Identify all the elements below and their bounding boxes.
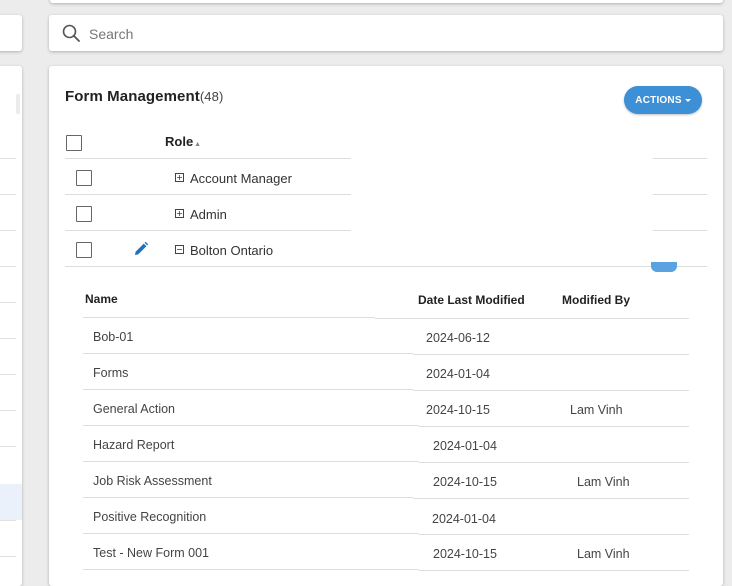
form-name[interactable]: Hazard Report <box>93 438 174 452</box>
left-sidebar-panel <box>0 66 22 586</box>
search-input[interactable] <box>87 21 691 47</box>
name-column-header[interactable]: Name <box>85 292 118 306</box>
form-date: 2024-10-15 <box>433 547 497 561</box>
role-column-header[interactable]: Role▲ <box>165 134 201 149</box>
divider <box>413 498 689 499</box>
modified-by-column-header[interactable]: Modified By <box>562 293 630 307</box>
divider <box>413 354 689 355</box>
divider <box>419 570 689 571</box>
actions-button-label: ACTIONS <box>635 94 682 106</box>
form-date: 2024-01-04 <box>433 439 497 453</box>
search-bar <box>49 15 723 51</box>
form-modified-by: Lam Vinh <box>570 403 623 417</box>
role-column-label: Role <box>165 134 194 149</box>
divider <box>0 374 16 375</box>
sort-asc-icon: ▲ <box>194 141 202 148</box>
form-date: 2024-10-15 <box>433 475 497 489</box>
left-sidebar-tab <box>16 94 20 114</box>
divider <box>419 534 689 535</box>
role-name[interactable]: Admin <box>190 207 227 222</box>
divider <box>65 158 351 159</box>
form-modified-by: Lam Vinh <box>577 475 630 489</box>
caret-down-icon <box>684 98 691 102</box>
role-name[interactable]: Account Manager <box>190 171 292 186</box>
expand-icon[interactable]: + <box>175 209 184 218</box>
role-row-checkbox[interactable] <box>76 206 92 222</box>
actions-button[interactable]: ACTIONS <box>624 86 702 114</box>
form-date: 2024-01-04 <box>432 512 496 526</box>
divider <box>419 426 689 427</box>
search-icon[interactable] <box>62 24 80 42</box>
role-row-checkbox[interactable] <box>76 170 92 186</box>
divider <box>65 230 351 231</box>
divider <box>83 533 419 534</box>
form-date: 2024-10-15 <box>426 403 490 417</box>
top-panel-edge <box>50 0 723 3</box>
page-title: Form Management(48) <box>65 88 223 105</box>
form-name[interactable]: Bob-01 <box>93 330 133 344</box>
divider <box>83 569 419 570</box>
pencil-edit-icon[interactable] <box>133 241 149 257</box>
divider <box>83 425 419 426</box>
divider <box>0 194 16 195</box>
divider <box>0 410 16 411</box>
select-all-checkbox[interactable] <box>66 135 82 151</box>
divider <box>83 461 419 462</box>
divider <box>0 302 16 303</box>
form-name[interactable]: Job Risk Assessment <box>93 474 212 488</box>
form-name[interactable]: General Action <box>93 402 175 416</box>
form-date: 2024-06-12 <box>426 331 490 345</box>
divider <box>419 462 689 463</box>
divider <box>0 556 16 557</box>
divider <box>0 338 16 339</box>
divider <box>83 353 413 354</box>
date-column-header[interactable]: Date Last Modified <box>418 293 525 307</box>
divider <box>65 194 351 195</box>
left-header-box <box>0 15 22 51</box>
sidebar-item-selected[interactable] <box>0 484 22 520</box>
role-row-checkbox[interactable] <box>76 242 92 258</box>
divider <box>375 318 689 319</box>
divider <box>0 520 16 521</box>
expand-icon[interactable]: + <box>175 173 184 182</box>
divider <box>0 446 16 447</box>
divider <box>0 158 16 159</box>
form-count: (48) <box>199 89 224 104</box>
collapse-icon[interactable]: − <box>175 245 184 254</box>
role-name[interactable]: Bolton Ontario <box>190 243 273 258</box>
form-management-panel: Form Management(48) ACTIONS Role▲ + Acco… <box>49 66 723 586</box>
form-date: 2024-01-04 <box>426 367 490 381</box>
divider <box>83 389 413 390</box>
partial-button-fragment <box>651 262 677 272</box>
form-name[interactable]: Forms <box>93 366 128 380</box>
divider <box>65 266 675 267</box>
divider <box>0 230 16 231</box>
form-name[interactable]: Positive Recognition <box>93 510 206 524</box>
page-title-text: Form Management <box>65 88 200 105</box>
form-modified-by: Lam Vinh <box>577 547 630 561</box>
divider <box>0 266 16 267</box>
divider <box>413 390 689 391</box>
form-name[interactable]: Test - New Form 001 <box>93 546 209 560</box>
divider <box>83 497 413 498</box>
overlay-blank-area <box>351 126 653 276</box>
divider <box>83 317 375 318</box>
